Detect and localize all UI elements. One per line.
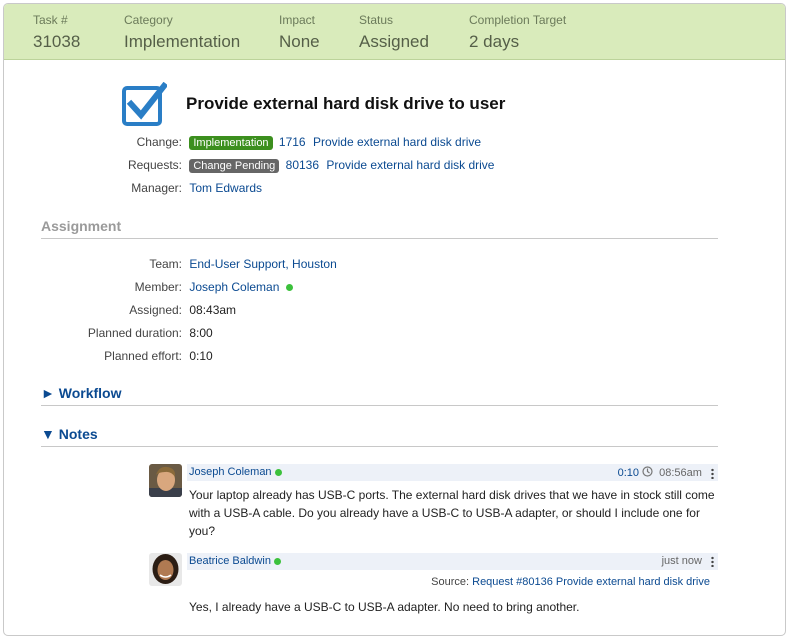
online-status-icon	[273, 557, 281, 565]
impact-value: None	[279, 32, 320, 51]
user-avatar-icon	[149, 553, 182, 586]
clock-icon	[642, 466, 653, 477]
assigned-label: Assigned:	[129, 303, 182, 317]
note-body: Yes, I already have a USB-C to USB-A ada…	[189, 600, 580, 614]
planned-duration-label: Planned duration:	[87, 326, 182, 340]
workflow-section-toggle[interactable]: ► Workflow	[41, 385, 718, 406]
planned-effort-row: Planned effort: 0:10	[4, 349, 213, 363]
manager-link[interactable]: Tom Edwards	[189, 181, 262, 195]
completion-target-col: Completion Target 2 days	[469, 13, 566, 52]
note-header: Joseph Coleman 0:10 08:56am	[187, 464, 718, 481]
status-value: Assigned	[359, 32, 429, 51]
note-header: Beatrice Baldwin just now	[187, 553, 718, 570]
change-badge: Implementation	[189, 136, 273, 150]
team-row: Team: End-User Support, Houston	[4, 257, 336, 271]
task-number-col: Task # 31038	[33, 13, 80, 52]
note-meta: just now	[662, 555, 714, 567]
task-header: Task # 31038 Category Implementation Imp…	[4, 4, 785, 60]
completion-target-value: 2 days	[469, 32, 520, 51]
note-meta: 0:10 08:56am	[618, 466, 714, 479]
assigned-value: 08:43am	[189, 303, 237, 317]
impact-label: Impact	[279, 13, 316, 27]
change-number-link[interactable]: 1716	[279, 135, 306, 149]
change-row: Change: Implementation 1716 Provide exte…	[4, 135, 481, 150]
change-title-link[interactable]: Provide external hard disk drive	[313, 135, 481, 149]
task-number-value: 31038	[33, 32, 81, 51]
more-options-icon[interactable]	[711, 467, 714, 479]
note-author-wrap: Joseph Coleman	[189, 466, 282, 478]
planned-duration-row: Planned duration: 8:00	[4, 326, 213, 340]
task-window: Task # 31038 Category Implementation Imp…	[3, 3, 786, 636]
member-row: Member: Joseph Coleman	[4, 280, 293, 294]
note-time: 08:56am	[659, 467, 702, 479]
task-number-label: Task #	[33, 13, 68, 27]
status-label: Status	[359, 13, 394, 27]
requests-label: Requests:	[127, 158, 182, 172]
note-item: Beatrice Baldwin just now Source: Reques…	[149, 553, 718, 623]
online-status-icon	[274, 468, 282, 476]
planned-effort-label: Planned effort:	[104, 349, 182, 363]
team-link[interactable]: End-User Support, Houston	[189, 257, 336, 271]
requests-badge: Change Pending	[189, 159, 280, 173]
assigned-row: Assigned: 08:43am	[4, 303, 236, 317]
note-effort: 0:10	[617, 467, 639, 479]
avatar	[149, 464, 182, 497]
note-time: just now	[661, 555, 702, 567]
planned-duration-value: 8:00	[189, 326, 213, 340]
more-options-icon[interactable]	[711, 555, 714, 567]
checkbox-checked-icon	[122, 82, 167, 126]
note-author-wrap: Beatrice Baldwin	[189, 555, 281, 567]
change-label: Change:	[136, 135, 182, 149]
impact-col: Impact None	[279, 13, 320, 52]
member-label: Member:	[134, 280, 182, 294]
note-body: Your laptop already has USB-C ports. The…	[189, 488, 715, 538]
user-avatar-icon	[149, 464, 182, 497]
category-label: Category	[124, 13, 173, 27]
online-status-icon	[285, 284, 293, 292]
request-number-link[interactable]: 80136	[286, 158, 319, 172]
note-author-link[interactable]: Joseph Coleman	[189, 466, 272, 478]
note-author-link[interactable]: Beatrice Baldwin	[189, 555, 271, 567]
note-source-label: Source:	[431, 576, 470, 588]
planned-effort-value: 0:10	[189, 349, 213, 363]
status-col: Status Assigned	[359, 13, 429, 52]
request-title-link[interactable]: Provide external hard disk drive	[326, 158, 494, 172]
requests-row: Requests: Change Pending 80136 Provide e…	[4, 158, 494, 173]
assignment-section-heading: Assignment	[41, 218, 718, 239]
manager-row: Manager: Tom Edwards	[4, 181, 262, 195]
task-title: Provide external hard disk drive to user	[186, 94, 506, 113]
note-item: Joseph Coleman 0:10 08:56am Your laptop …	[149, 464, 718, 546]
manager-label: Manager:	[131, 181, 182, 195]
notes-section-toggle[interactable]: ▼ Notes	[41, 426, 718, 447]
avatar	[149, 553, 182, 586]
note-source-link[interactable]: Request #80136 Provide external hard dis…	[472, 576, 710, 588]
team-label: Team:	[149, 257, 182, 271]
note-source: Source: Request #80136 Provide external …	[431, 576, 710, 588]
category-col: Category Implementation	[124, 13, 240, 52]
category-value: Implementation	[124, 32, 241, 51]
member-link[interactable]: Joseph Coleman	[189, 280, 279, 294]
completion-target-label: Completion Target	[469, 13, 567, 27]
